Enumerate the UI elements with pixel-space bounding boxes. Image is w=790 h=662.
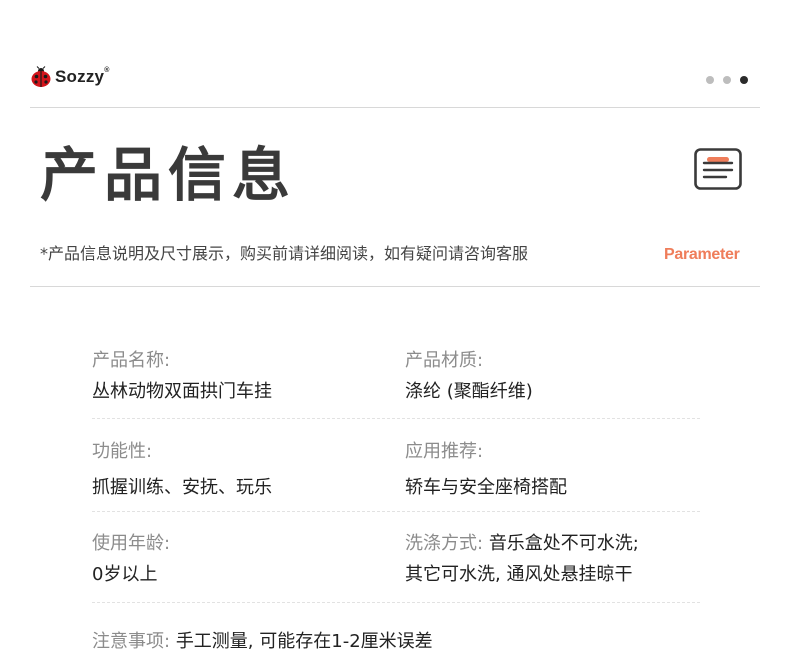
row-divider bbox=[92, 511, 700, 512]
page-title: 产品信息 bbox=[40, 141, 297, 209]
row-divider bbox=[92, 602, 700, 603]
parameter-tag: Parameter bbox=[664, 246, 740, 263]
spec-value-note: 手工测量, 可能存在1-2厘米误差 bbox=[175, 631, 433, 652]
spec-label-wash: 洗涤方式: 音乐盒处不可水洗; bbox=[405, 533, 639, 554]
spec-label-name: 产品名称: bbox=[92, 350, 171, 371]
pagination-dots bbox=[706, 76, 748, 84]
spec-label-function: 功能性: bbox=[92, 441, 153, 462]
brand-logo[interactable]: Sozzy® bbox=[30, 66, 110, 88]
spec-value-usage: 轿车与安全座椅搭配 bbox=[405, 477, 567, 498]
spec-value-age: 0岁以上 bbox=[92, 564, 158, 585]
spec-label-material: 产品材质: bbox=[405, 350, 484, 371]
spec-label-note: 注意事项: 手工测量, 可能存在1-2厘米误差 bbox=[92, 631, 433, 652]
top-divider bbox=[30, 107, 760, 108]
header: Sozzy® bbox=[30, 64, 760, 94]
section-divider bbox=[30, 286, 760, 287]
row-divider bbox=[92, 418, 700, 419]
pagination-dot-active[interactable] bbox=[740, 76, 748, 84]
spec-value-name: 丛林动物双面拱门车挂 bbox=[92, 381, 272, 402]
spec-value-function: 抓握训练、安抚、玩乐 bbox=[92, 477, 272, 498]
pagination-dot[interactable] bbox=[706, 76, 714, 84]
spec-value-wash-line2: 其它可水洗, 通风处悬挂晾干 bbox=[405, 564, 633, 585]
spec-value-material: 涤纶 (聚酯纤维) bbox=[405, 381, 533, 402]
ladybug-icon bbox=[31, 66, 51, 87]
pagination-dot[interactable] bbox=[723, 76, 731, 84]
spec-label-usage: 应用推荐: bbox=[405, 441, 484, 462]
document-icon bbox=[694, 148, 742, 190]
brand-name: Sozzy® bbox=[55, 67, 110, 86]
spec-value-wash-line1: 音乐盒处不可水洗; bbox=[488, 533, 639, 554]
spec-label-age: 使用年龄: bbox=[92, 533, 171, 554]
subtitle: *产品信息说明及尺寸展示，购买前请详细阅读，如有疑问请咨询客服 bbox=[40, 244, 529, 263]
